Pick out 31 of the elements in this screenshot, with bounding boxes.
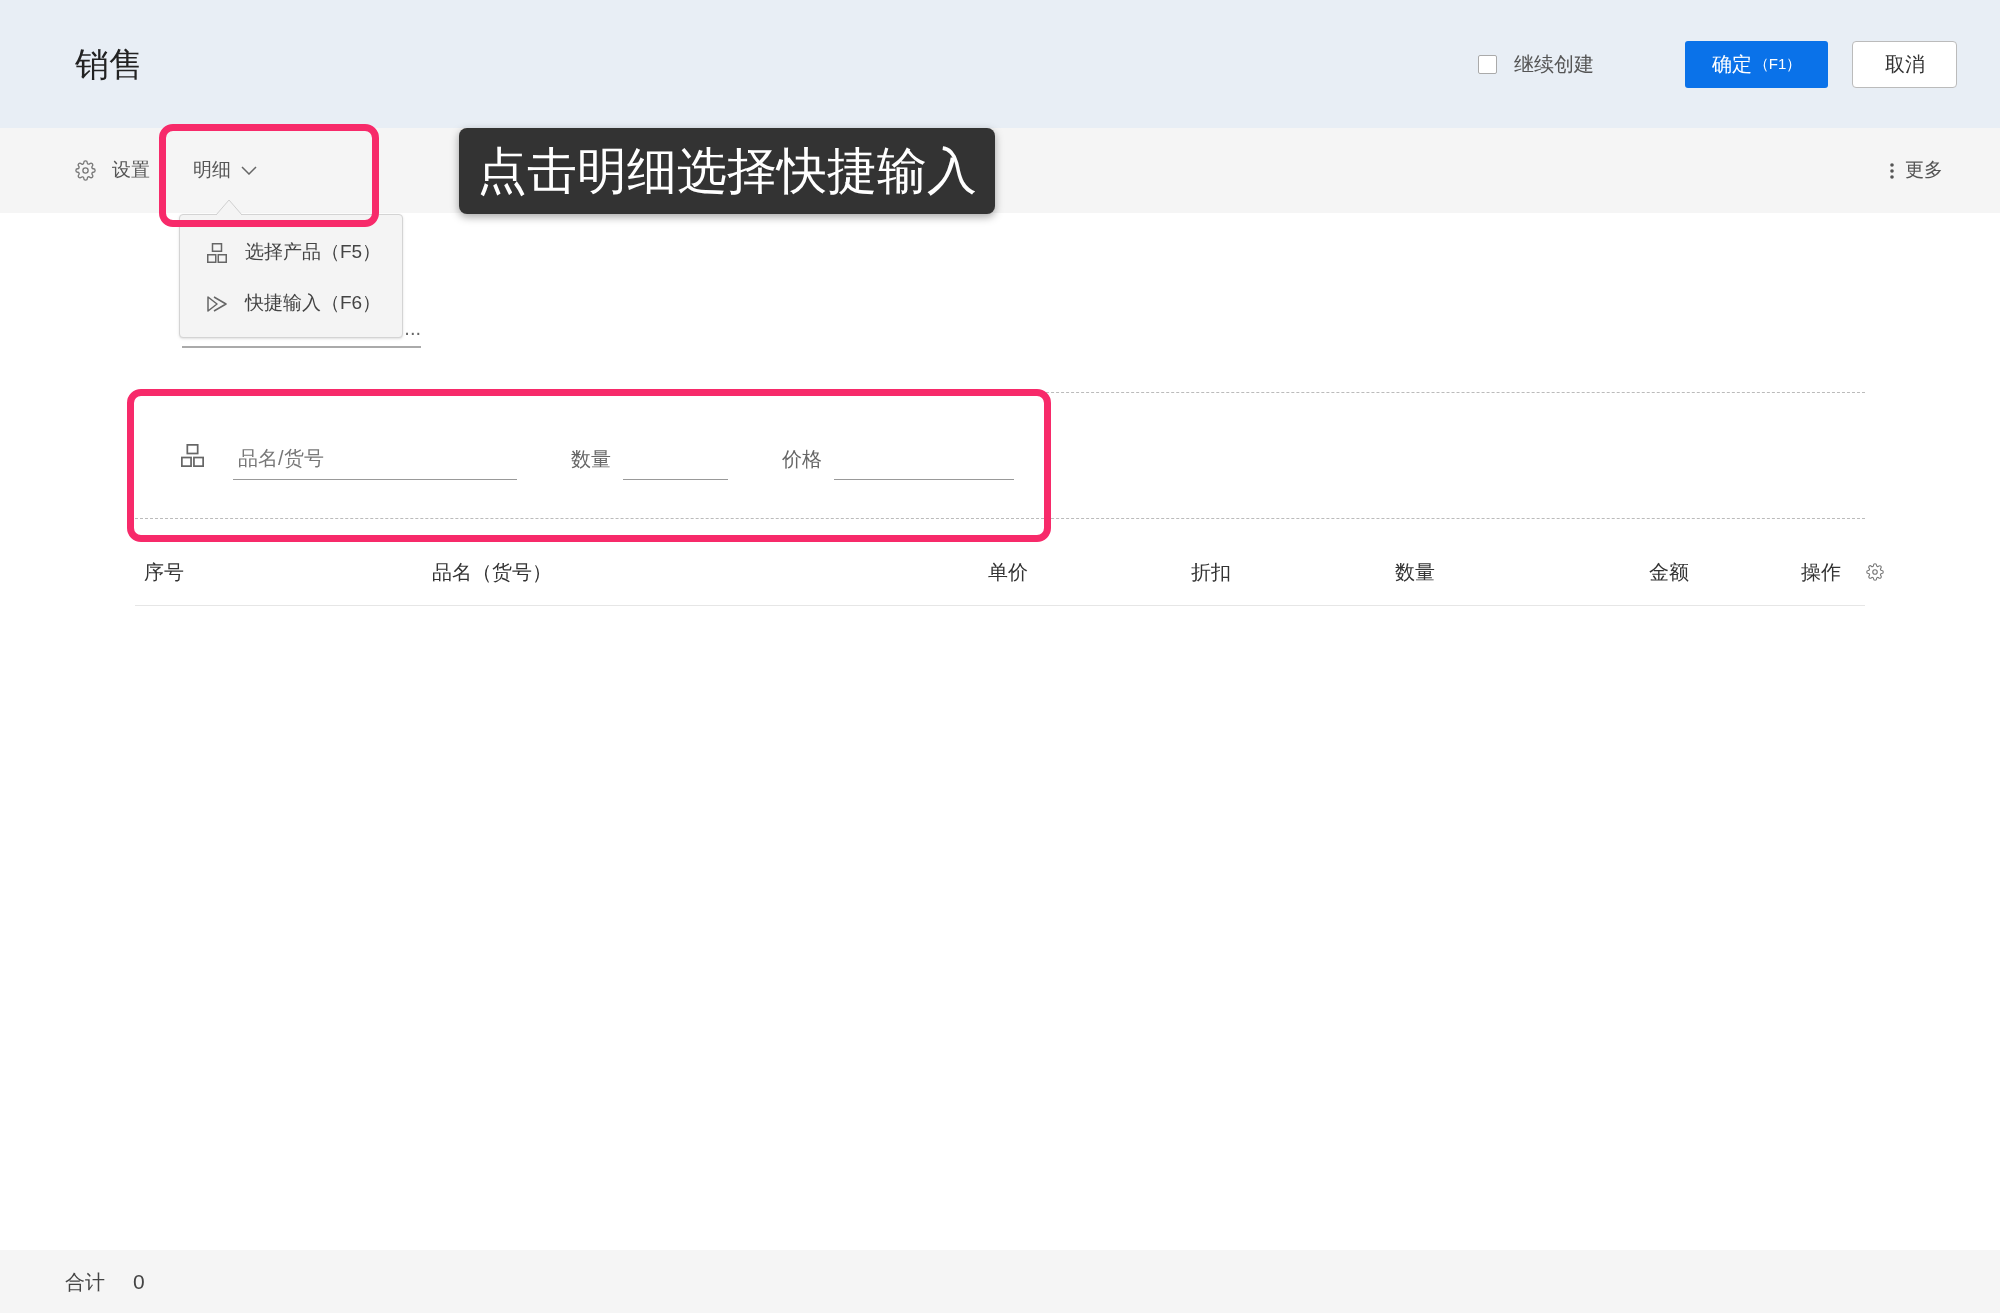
cancel-button[interactable]: 取消 [1852, 40, 1957, 88]
squares-icon [207, 242, 227, 263]
chevron-down-icon [241, 166, 257, 175]
field-label: 价格 [782, 446, 822, 472]
more-icon [1890, 162, 1894, 179]
detail-dropdown[interactable]: 明细 [193, 156, 257, 185]
checkbox[interactable] [1478, 54, 1497, 74]
column-header: 序号 [144, 560, 185, 585]
column-header: 金额 [1649, 560, 1690, 585]
total-label: 合计 [65, 1269, 105, 1295]
field-label: 数量 [571, 446, 611, 472]
checkbox-label: 继续创建 [1514, 52, 1594, 77]
column-header: 数量 [1395, 560, 1436, 585]
ellipsis-text: ... [404, 318, 421, 338]
input-field[interactable]: 品名/货号 [233, 431, 517, 480]
total-value: 0 [133, 1268, 145, 1295]
menu-item[interactable]: 快捷输入（F6） [180, 278, 402, 329]
tooltip: 点击明细选择快捷输入 [459, 128, 995, 214]
column-header: 品名（货号） [432, 560, 553, 585]
page-title: 销售 [75, 47, 143, 81]
column-header: 操作 [1801, 560, 1842, 585]
more-button[interactable]: 更多 [1890, 156, 1943, 185]
column-header: 折扣 [1191, 560, 1232, 585]
confirm-button[interactable]: 确定（F1） [1685, 40, 1828, 88]
settings-icon[interactable] [1866, 563, 1884, 581]
column-header: 单价 [988, 560, 1029, 585]
fast-forward-icon [207, 295, 227, 312]
settings-button[interactable]: 设置 [75, 156, 150, 185]
settings-icon [75, 160, 96, 181]
squares-icon [181, 444, 204, 467]
menu-item[interactable]: 选择产品（F5） [180, 227, 402, 278]
